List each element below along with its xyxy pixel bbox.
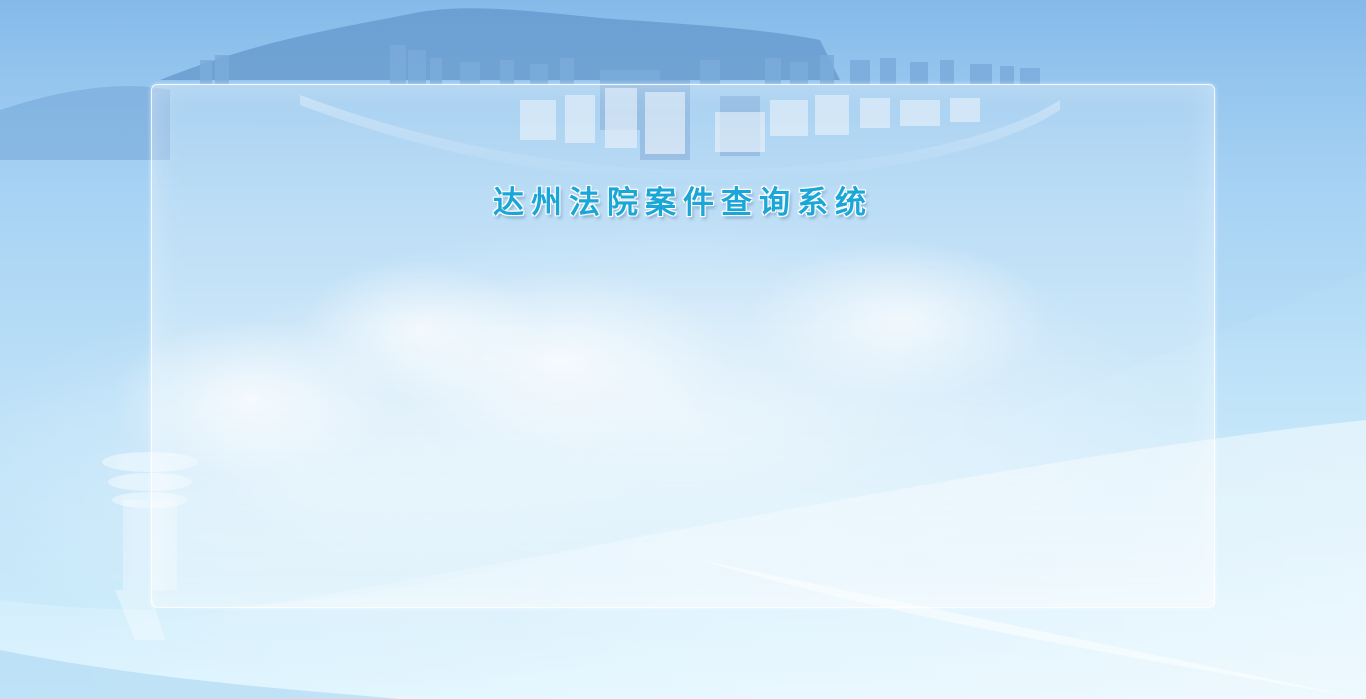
page-background: 达州法院案件查询系统 xyxy=(0,0,1366,699)
main-panel: 达州法院案件查询系统 xyxy=(151,84,1215,608)
system-title: 达州法院案件查询系统 xyxy=(493,185,873,221)
